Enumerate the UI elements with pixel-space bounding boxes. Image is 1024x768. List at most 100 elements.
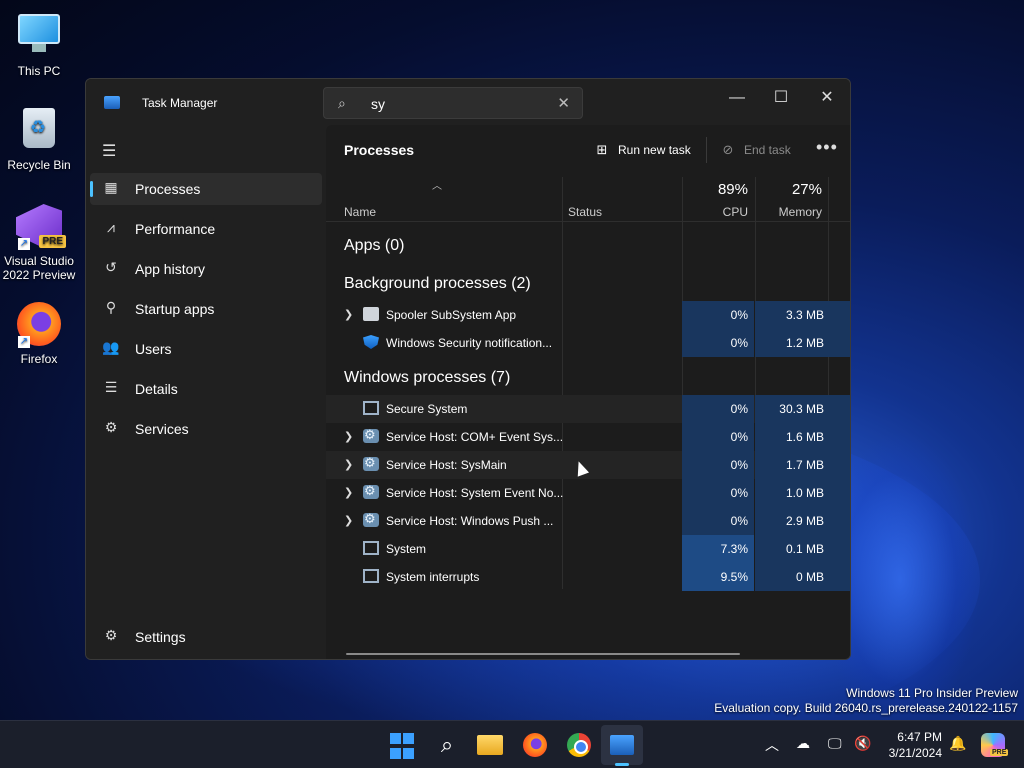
- services-icon: ⚙: [104, 419, 118, 435]
- horizontal-scrollbar[interactable]: [346, 653, 740, 655]
- sidebar-item-label: Users: [135, 341, 172, 357]
- shield-icon: [363, 335, 379, 349]
- table-row[interactable]: System 7.3% 0.1 MB: [326, 535, 850, 563]
- gear-icon: [363, 455, 379, 471]
- desktop-icon-label: This PC: [17, 64, 61, 78]
- task-manager-icon: [104, 96, 120, 109]
- table-row[interactable]: System interrupts 9.5% 0 MB: [326, 563, 850, 591]
- sidebar-item-performance[interactable]: ⩘ Performance: [90, 213, 322, 245]
- clock-date: 3/21/2024: [888, 746, 942, 760]
- window-title: Task Manager: [142, 96, 218, 110]
- table-row[interactable]: Secure System 0% 30.3 MB: [326, 395, 850, 423]
- title-bar[interactable]: Task Manager ⌕ sy ✕ — ☐ ✕: [86, 79, 850, 125]
- start-button[interactable]: [390, 733, 418, 761]
- sidebar-item-app-history[interactable]: ↺ App history: [90, 253, 322, 285]
- sidebar-item-label: Startup apps: [135, 301, 215, 317]
- end-task-label: End task: [744, 143, 791, 157]
- process-memory: 30.3 MB: [755, 395, 850, 423]
- expand-chevron-icon[interactable]: ❯: [344, 308, 353, 321]
- table-row[interactable]: ❯ Service Host: COM+ Event Sys... 0% 1.6…: [326, 423, 850, 451]
- network-icon[interactable]: 🖵: [828, 735, 842, 752]
- process-cpu: 7.3%: [682, 535, 754, 563]
- file-explorer-icon[interactable]: [477, 731, 505, 759]
- visual-studio-icon: PRE ↗: [16, 204, 66, 250]
- firefox-taskbar-icon[interactable]: [521, 731, 549, 759]
- search-box[interactable]: ⌕ sy ✕: [323, 87, 583, 119]
- sidebar-item-label: App history: [135, 261, 206, 277]
- hamburger-menu-icon[interactable]: ☰: [102, 141, 116, 161]
- table-row[interactable]: Windows Security notification... 0% 1.2 …: [326, 329, 850, 357]
- sidebar-item-label: Details: [135, 381, 178, 397]
- task-manager-taskbar-icon[interactable]: [608, 731, 636, 759]
- sort-ascending-icon: ︿: [432, 181, 442, 192]
- process-cpu: 0%: [682, 451, 754, 479]
- process-name: Service Host: COM+ Event Sys...: [386, 430, 564, 444]
- desktop-icon-visual-studio[interactable]: PRE ↗ Visual Studio 2022 Preview: [0, 204, 78, 282]
- more-options-icon[interactable]: •••: [816, 137, 838, 158]
- startup-apps-icon: ⚲: [105, 299, 117, 315]
- process-name: Windows Security notification...: [386, 336, 553, 350]
- end-task-button[interactable]: ⊘ End task: [720, 139, 791, 161]
- cloud-offline-icon[interactable]: ☁: [796, 735, 810, 752]
- expand-chevron-icon[interactable]: ❯: [344, 486, 353, 499]
- sidebar-item-settings[interactable]: ⚙ Settings: [90, 621, 322, 653]
- clock[interactable]: 6:47 PM 3/21/2024: [870, 729, 942, 761]
- table-row[interactable]: ❯ Spooler SubSystem App 0% 3.3 MB: [326, 301, 850, 329]
- processes-icon: ▦: [104, 179, 118, 195]
- desktop-icon-recycle-bin[interactable]: Recycle Bin: [0, 106, 78, 172]
- table-row[interactable]: ❯ Service Host: SysMain 0% 1.7 MB: [326, 451, 850, 479]
- sidebar-item-label: Settings: [135, 629, 186, 645]
- expand-chevron-icon[interactable]: ❯: [344, 458, 353, 471]
- desktop-icon-label: Recycle Bin: [7, 158, 71, 172]
- page-title: Processes: [344, 142, 415, 158]
- sidebar-item-processes[interactable]: ▦ Processes: [90, 173, 322, 205]
- column-header-cpu[interactable]: CPU: [688, 205, 748, 219]
- search-input[interactable]: sy: [371, 96, 385, 112]
- cpu-percent-total: 89%: [717, 181, 748, 198]
- sidebar-item-startup-apps[interactable]: ⚲ Startup apps: [90, 293, 322, 325]
- settings-gear-icon: ⚙: [104, 627, 118, 643]
- expand-chevron-icon[interactable]: ❯: [344, 430, 353, 443]
- group-windows: Windows processes (7): [344, 369, 511, 386]
- search-icon: ⌕: [338, 95, 346, 111]
- show-hidden-icons-chevron-icon[interactable]: ︿: [765, 735, 779, 755]
- notification-bell-icon[interactable]: 🔔: [949, 735, 966, 752]
- volume-muted-icon[interactable]: 🔇: [854, 735, 871, 752]
- desktop-icon-this-pc[interactable]: This PC: [0, 10, 78, 78]
- search-icon[interactable]: ⌕: [433, 731, 461, 759]
- process-memory: 1.2 MB: [755, 329, 850, 357]
- sidebar-item-users[interactable]: 👥 Users: [90, 333, 322, 365]
- header-divider: [326, 221, 850, 222]
- column-header-status[interactable]: Status: [568, 205, 602, 219]
- close-button[interactable]: ✕: [804, 83, 850, 113]
- process-name: System interrupts: [386, 570, 480, 584]
- clear-search-icon[interactable]: ✕: [557, 94, 570, 112]
- watermark-line-2: Evaluation copy. Build 26040.rs_prerelea…: [714, 701, 1018, 715]
- minimize-button[interactable]: —: [714, 83, 760, 113]
- desktop-icon-label: Firefox: [20, 352, 58, 366]
- process-cpu: 0%: [682, 329, 754, 357]
- run-new-task-label: Run new task: [618, 143, 691, 157]
- shortcut-arrow-icon: ↗: [18, 336, 30, 348]
- column-header-memory[interactable]: Memory: [762, 205, 822, 219]
- copilot-pre-badge: PRE: [990, 749, 1009, 756]
- column-header-name[interactable]: Name: [344, 205, 376, 219]
- process-name: Service Host: System Event No...: [386, 486, 564, 500]
- process-memory: 0.1 MB: [755, 535, 850, 563]
- watermark-line-1: Windows 11 Pro Insider Preview: [846, 686, 1018, 700]
- command-divider: [706, 137, 707, 163]
- task-manager-window: Task Manager ⌕ sy ✕ — ☐ ✕ ☰ ▦ Processes …: [85, 78, 851, 660]
- active-app-indicator: [615, 763, 629, 766]
- run-new-task-button[interactable]: ⊞ Run new task: [594, 139, 691, 161]
- maximize-button[interactable]: ☐: [758, 83, 804, 113]
- desktop-icon-firefox[interactable]: ↗ Firefox: [0, 302, 78, 366]
- sidebar-item-label: Processes: [135, 181, 201, 197]
- sidebar-item-details[interactable]: ☰ Details: [90, 373, 322, 405]
- process-cpu: 0%: [682, 301, 754, 329]
- window-icon: [363, 541, 379, 555]
- expand-chevron-icon[interactable]: ❯: [344, 514, 353, 527]
- sidebar-item-services[interactable]: ⚙ Services: [90, 413, 322, 445]
- table-row[interactable]: ❯ Service Host: System Event No... 0% 1.…: [326, 479, 850, 507]
- table-row[interactable]: ❯ Service Host: Windows Push ... 0% 2.9 …: [326, 507, 850, 535]
- chrome-icon[interactable]: [565, 731, 593, 759]
